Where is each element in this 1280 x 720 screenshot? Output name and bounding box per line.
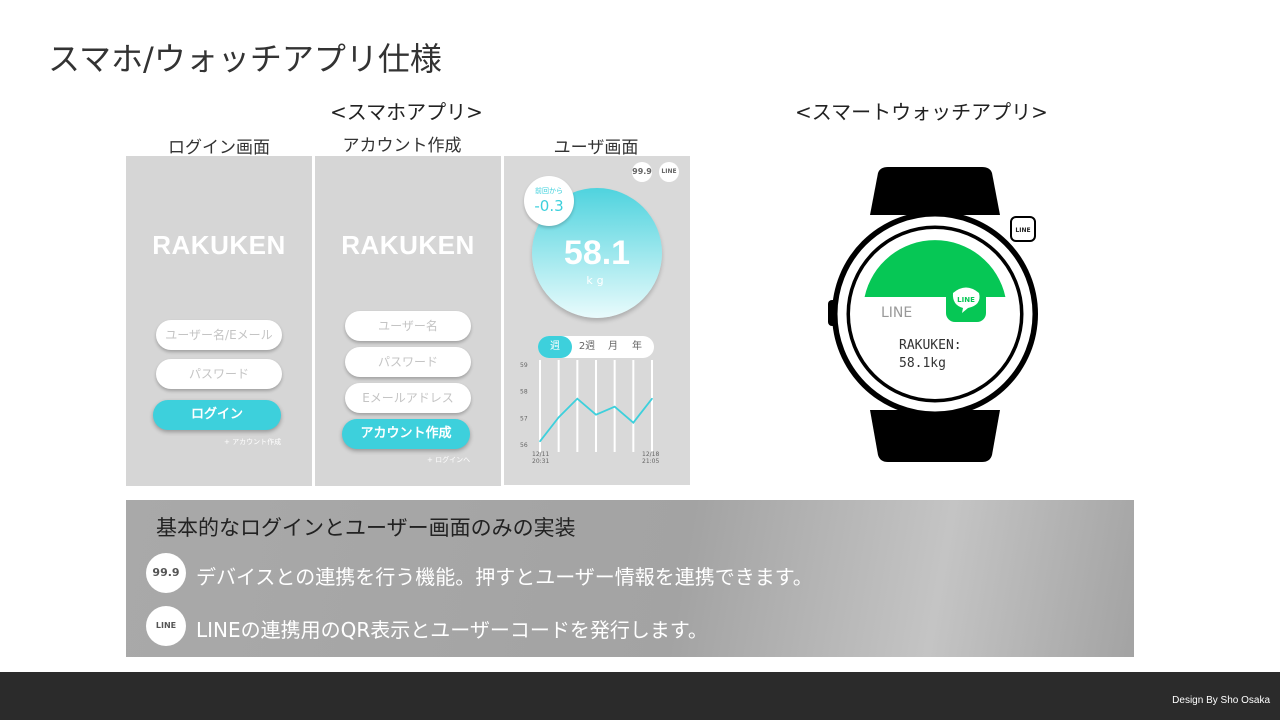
- x-tick-label: 12/11: [532, 451, 549, 458]
- footer-bar: Design By Sho Osaka: [0, 672, 1280, 720]
- feature-text-device: デバイスとの連携を行う機能。押すとユーザー情報を連携できます。: [196, 565, 813, 589]
- password-input[interactable]: パスワード: [156, 359, 282, 389]
- app-logo: RAKUKEN: [152, 230, 286, 260]
- weight-data-point: [651, 397, 653, 400]
- tab-week[interactable]: 週: [538, 336, 572, 358]
- line-qr-icon[interactable]: LINE: [1010, 216, 1036, 242]
- page-title: スマホ/ウォッチアプリ仕様: [48, 40, 442, 78]
- app-logo: RAKUKEN: [341, 230, 475, 260]
- design-credit: Design By Sho Osaka: [1172, 695, 1270, 706]
- y-tick-label: 59: [520, 362, 528, 369]
- tab-2weeks[interactable]: 2週: [574, 336, 600, 358]
- x-tick-label: 12/18: [642, 451, 659, 458]
- user-screen-label: ユーザ画面: [553, 138, 639, 158]
- summary-title: 基本的なログインとユーザー画面のみの実装: [156, 516, 576, 540]
- x-tick-label: 21:05: [642, 458, 659, 465]
- change-value: -0.3: [534, 197, 564, 215]
- weight-chart: 59 58 57 56 12/1120:31 12/1821:05: [520, 360, 659, 465]
- weight-data-point: [539, 440, 541, 443]
- phone-section-heading: <スマホアプリ>: [330, 100, 483, 124]
- smartwatch: [828, 167, 1038, 462]
- watch-message-line1: RAKUKEN:: [899, 338, 962, 353]
- login-button[interactable]: ログイン: [153, 400, 281, 430]
- password-input[interactable]: パスワード: [345, 347, 471, 377]
- device-sync-icon[interactable]: 99.9: [632, 162, 652, 182]
- username-input[interactable]: ユーザー名: [345, 311, 471, 341]
- y-tick-label: 58: [520, 389, 528, 396]
- period-tabs: 週 2週 月 年: [538, 336, 654, 358]
- weight-value: 58.1: [563, 234, 631, 272]
- username-input[interactable]: ユーザー名/Eメール: [156, 320, 282, 350]
- y-tick-label: 57: [520, 415, 528, 422]
- watch-strap-top: [870, 167, 1000, 215]
- watch-section-heading: <スマートウォッチアプリ>: [795, 100, 1048, 124]
- weight-data-point: [632, 421, 635, 424]
- tab-month[interactable]: 月: [602, 336, 624, 358]
- signup-screen: RAKUKEN ユーザー名 パスワード Eメールアドレス アカウント作成 + ロ…: [315, 156, 501, 486]
- x-tick-label: 20:31: [532, 458, 549, 465]
- device-sync-icon: 99.9: [146, 553, 186, 593]
- tab-year[interactable]: 年: [626, 336, 648, 358]
- create-account-link[interactable]: + アカウント作成: [224, 437, 281, 447]
- line-icon[interactable]: LINE: [659, 162, 679, 182]
- line-app-icon-label: LINE: [957, 296, 975, 304]
- feature-text-line: LINEの連携用のQR表示とユーザーコードを発行します。: [196, 618, 708, 642]
- login-link[interactable]: + ログインへ: [427, 455, 470, 465]
- weight-data-point: [576, 397, 579, 400]
- y-tick-label: 56: [520, 442, 528, 449]
- user-screen: 99.9 LINE 58.1 kg 前回から -0.3 週 2週 月 年 59 5…: [504, 156, 690, 485]
- weight-unit: kg: [586, 274, 608, 287]
- weight-data-point: [613, 405, 616, 408]
- weight-data-point: [595, 413, 597, 416]
- watch-strap-bottom: [870, 410, 1000, 462]
- watch-app-name: LINE: [881, 305, 913, 321]
- watch-message-line2: 58.1kg: [899, 356, 946, 371]
- create-account-button[interactable]: アカウント作成: [342, 419, 470, 449]
- signup-screen-label: アカウント作成: [342, 136, 462, 156]
- email-input[interactable]: Eメールアドレス: [345, 383, 471, 413]
- weight-data-point: [557, 416, 560, 419]
- line-icon: LINE: [146, 606, 186, 646]
- change-caption: 前回から: [535, 187, 563, 195]
- login-screen-label: ログイン画面: [168, 138, 270, 158]
- change-badge: 前回から -0.3: [524, 176, 574, 226]
- feature-summary-box: 基本的なログインとユーザー画面のみの実装 99.9 デバイスとの連携を行う機能。…: [126, 500, 1134, 657]
- login-screen: RAKUKEN ユーザー名/Eメール パスワード ログイン + アカウント作成: [126, 156, 312, 486]
